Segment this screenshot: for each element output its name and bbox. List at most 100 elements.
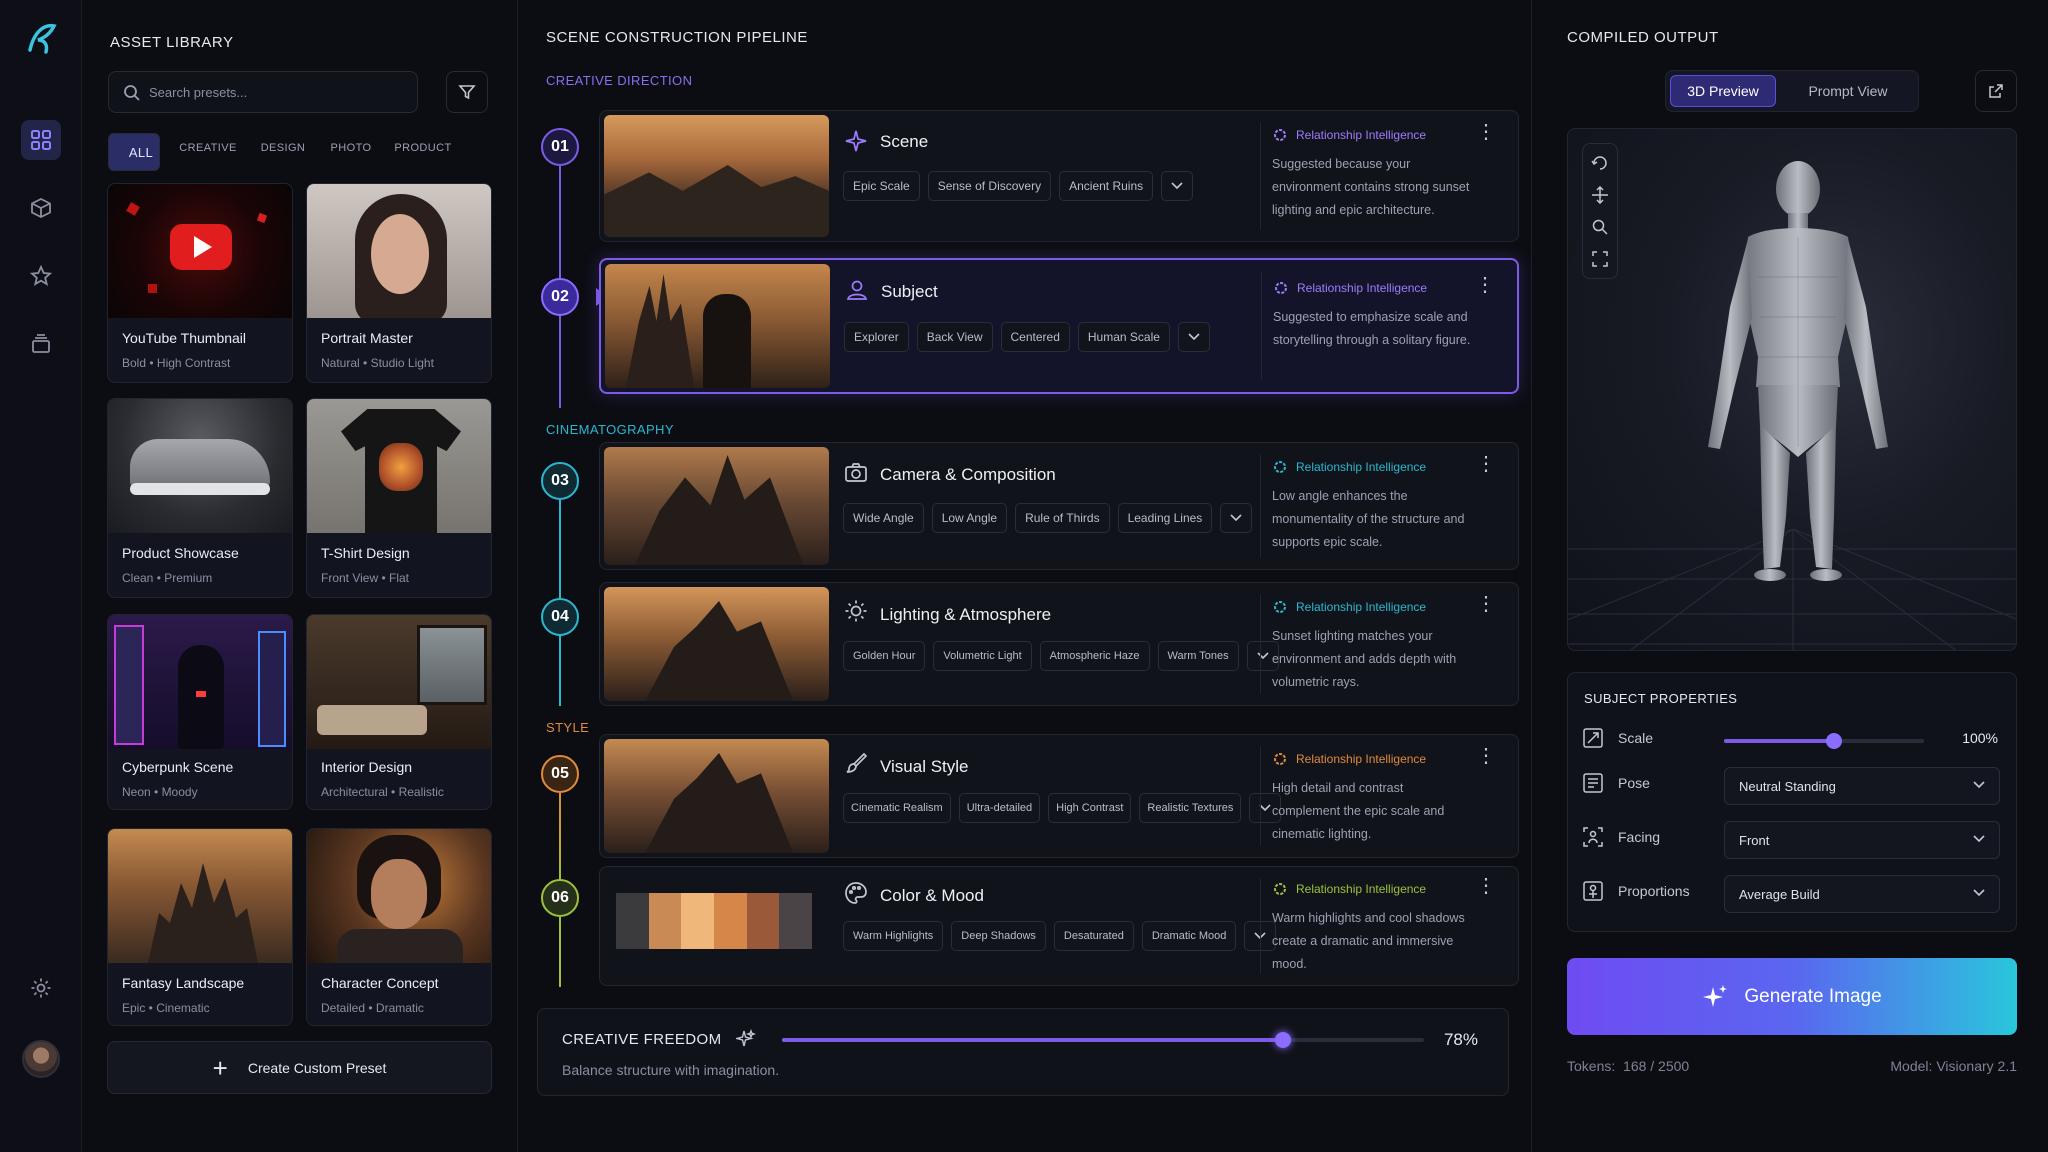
tag-chip[interactable]: Realistic Textures: [1139, 793, 1242, 823]
layers-icon[interactable]: [21, 324, 61, 364]
pipeline-step-subject[interactable]: Subject Explorer Back View Centered Huma…: [599, 258, 1519, 394]
tag-chip[interactable]: Dramatic Mood: [1141, 921, 1237, 951]
relationship-intelligence-label: Relationship Intelligence: [1272, 127, 1426, 143]
more-options-icon[interactable]: ⋮: [1476, 122, 1496, 142]
more-options-icon[interactable]: ⋮: [1476, 454, 1496, 474]
tag-dropdown-button[interactable]: [1161, 171, 1194, 201]
gear-icon: [1274, 461, 1286, 473]
tag-dropdown-button[interactable]: [1220, 503, 1253, 533]
brush-icon: [846, 752, 868, 773]
creative-freedom-slider[interactable]: [782, 1032, 1424, 1048]
tag-chip[interactable]: Atmospheric Haze: [1039, 641, 1150, 671]
preset-card[interactable]: Interior Design Architectural • Realisti…: [306, 614, 492, 810]
preset-card[interactable]: Character Concept Detailed • Dramatic: [306, 828, 492, 1026]
tag-chip[interactable]: Epic Scale: [843, 171, 920, 201]
preset-title: Interior Design: [321, 759, 413, 775]
tag-chip[interactable]: Warm Tones: [1157, 641, 1239, 671]
tab-3d-preview[interactable]: 3D Preview: [1670, 75, 1776, 107]
proportions-label: Proportions: [1618, 883, 1690, 899]
pipeline-step-lighting[interactable]: Lighting & Atmosphere Golden Hour Volume…: [599, 582, 1519, 706]
category-tab-product[interactable]: PRODUCT: [388, 133, 458, 163]
more-options-icon[interactable]: ⋮: [1476, 746, 1496, 766]
preset-card[interactable]: Cyberpunk Scene Neon • Moody: [107, 614, 293, 810]
filter-button[interactable]: [446, 71, 488, 113]
open-external-button[interactable]: [1975, 70, 2017, 112]
pipeline-step-camera[interactable]: Camera & Composition Wide Angle Low Angl…: [599, 442, 1519, 570]
tag-chip[interactable]: Deep Shadows: [951, 921, 1046, 951]
palette-icon: [845, 882, 867, 904]
fullscreen-icon[interactable]: [1591, 250, 1609, 268]
generate-image-button[interactable]: Generate Image: [1567, 958, 2017, 1035]
slider-handle[interactable]: [1275, 1032, 1291, 1048]
settings-gear-icon[interactable]: [21, 968, 61, 1008]
tag-chip[interactable]: Leading Lines: [1117, 503, 1213, 533]
search-icon: [124, 85, 140, 101]
divider: [1260, 747, 1261, 845]
tag-chip[interactable]: Volumetric Light: [933, 641, 1032, 671]
pipeline-step-visual-style[interactable]: Visual Style Cinematic Realism Ultra-det…: [599, 734, 1519, 858]
tag-dropdown-button[interactable]: [1177, 322, 1210, 352]
sun-icon: [845, 600, 867, 622]
3d-preview-viewport[interactable]: [1567, 128, 2017, 651]
section-style: STYLE: [546, 720, 590, 735]
asset-library-title: ASSET LIBRARY: [110, 34, 234, 51]
preset-thumbnail: [108, 399, 292, 533]
category-tab-design[interactable]: DESIGN: [253, 133, 313, 163]
tag-chip[interactable]: Golden Hour: [843, 641, 926, 671]
preset-card[interactable]: T-Shirt Design Front View • Flat: [306, 398, 492, 598]
tag-chip[interactable]: Ancient Ruins: [1059, 171, 1154, 201]
tab-prompt-view[interactable]: Prompt View: [1784, 75, 1912, 107]
tag-chip[interactable]: Sense of Discovery: [927, 171, 1052, 201]
preset-card[interactable]: Portrait Master Natural • Studio Light: [306, 183, 492, 383]
rotate-icon[interactable]: [1591, 154, 1609, 172]
category-tab-creative[interactable]: CREATIVE: [173, 133, 243, 163]
tag-chip[interactable]: Back View: [916, 322, 993, 352]
pose-value: Neutral Standing: [1739, 778, 1836, 794]
preset-thumbnail: [108, 184, 292, 318]
tag-list: Wide Angle Low Angle Rule of Thirds Lead…: [843, 503, 1253, 533]
search-input[interactable]: Search presets...: [108, 71, 418, 113]
more-options-icon[interactable]: ⋮: [1475, 275, 1495, 295]
grid-icon[interactable]: [21, 120, 61, 160]
color-palette: [604, 871, 829, 981]
subject-properties-panel: SUBJECT PROPERTIES Scale 100% Pose Neutr…: [1567, 672, 2017, 932]
pipeline-step-scene[interactable]: Scene Epic Scale Sense of Discovery Anci…: [599, 110, 1519, 242]
star-icon[interactable]: [21, 256, 61, 296]
cube-icon[interactable]: [21, 188, 61, 228]
pipeline-step-color-mood[interactable]: Color & Mood Warm Highlights Deep Shadow…: [599, 866, 1519, 986]
preset-card[interactable]: Product Showcase Clean • Premium: [107, 398, 293, 598]
category-tab-all[interactable]: ALL: [108, 133, 160, 171]
more-options-icon[interactable]: ⋮: [1476, 594, 1496, 614]
tag-chip[interactable]: Desaturated: [1053, 921, 1134, 951]
app-logo-icon[interactable]: [24, 20, 60, 56]
tag-chip[interactable]: Low Angle: [931, 503, 1008, 533]
scale-slider[interactable]: [1724, 733, 1924, 749]
preset-subtitle: Clean • Premium: [122, 571, 213, 585]
tag-chip[interactable]: Wide Angle: [843, 503, 924, 533]
preset-thumbnail: [307, 829, 491, 963]
zoom-icon[interactable]: [1591, 218, 1609, 236]
facing-select[interactable]: Front: [1724, 821, 2000, 859]
creative-freedom-value: 78%: [1443, 1030, 1478, 1049]
create-custom-preset-button[interactable]: + Create Custom Preset: [107, 1041, 492, 1094]
generate-label: Generate Image: [1744, 985, 1882, 1007]
category-tab-photo[interactable]: PHOTO: [323, 133, 379, 163]
tag-list: Golden Hour Volumetric Light Atmospheric…: [843, 641, 1279, 671]
tag-chip[interactable]: Centered: [1000, 322, 1070, 352]
more-options-icon[interactable]: ⋮: [1476, 876, 1496, 896]
user-avatar[interactable]: [22, 1040, 60, 1078]
tag-chip[interactable]: High Contrast: [1048, 793, 1132, 823]
tag-chip[interactable]: Cinematic Realism: [843, 793, 951, 823]
tag-chip[interactable]: Rule of Thirds: [1015, 503, 1110, 533]
proportions-select[interactable]: Average Build: [1724, 875, 2000, 913]
pose-select[interactable]: Neutral Standing: [1724, 767, 2000, 805]
tag-chip[interactable]: Explorer: [844, 322, 909, 352]
move-icon[interactable]: [1591, 186, 1609, 204]
tag-chip[interactable]: Ultra-detailed: [958, 793, 1041, 823]
slider-handle[interactable]: [1826, 733, 1842, 749]
tag-chip[interactable]: Human Scale: [1077, 322, 1170, 352]
preset-card[interactable]: YouTube Thumbnail Bold • High Contrast: [107, 183, 293, 383]
gear-icon: [1274, 129, 1286, 141]
preset-card[interactable]: Fantasy Landscape Epic • Cinematic: [107, 828, 293, 1026]
tag-chip[interactable]: Warm Highlights: [843, 921, 944, 951]
